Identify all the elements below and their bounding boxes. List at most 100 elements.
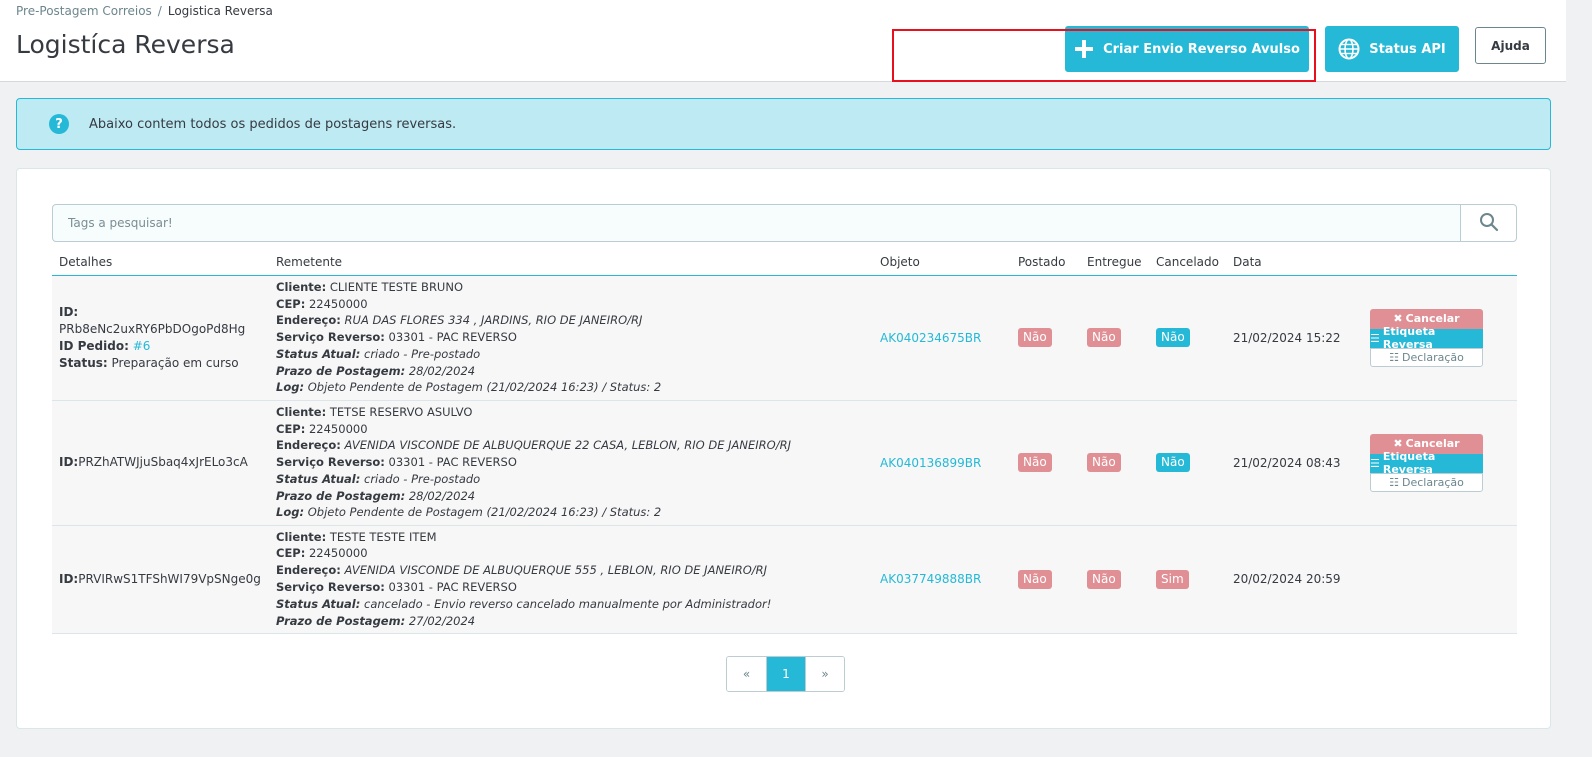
delivered-badge: Não (1087, 328, 1121, 347)
cancelled-badge: Sim (1156, 569, 1189, 589)
row-actions: ✖ Cancelar ☰ Etiqueta Reversa ☷ Declaração (1370, 433, 1483, 492)
object-cell: AK040234675BR (873, 275, 1011, 401)
shipment-id: PRZhATWJjuSbaq4xJrELo3cA (78, 455, 248, 469)
breadcrumb-current: Logistica Reversa (167, 4, 273, 18)
scrollbar[interactable] (1566, 0, 1592, 757)
tracking-code-link[interactable]: AK037749888BR (880, 572, 981, 586)
table-row: ID: PRb8eNc2uxRY6PbDOgoPd8Hg ID Pedido: … (52, 275, 1517, 401)
log-label: Log: (276, 380, 305, 395)
column-header-objeto: Objeto (873, 249, 1011, 276)
table-row: ID:PRVIRwS1TFShWI79VpSNge0g Cliente: TES… (52, 525, 1517, 634)
declaration-button[interactable]: ☷ Declaração (1370, 472, 1483, 492)
current-status-value: criado - Pre-postado (364, 471, 481, 486)
pagination-next[interactable]: » (805, 657, 844, 691)
client-label: Cliente: (276, 529, 327, 544)
deadline-value: 27/02/2024 (408, 613, 476, 628)
pagination: « 1 » (726, 656, 845, 692)
question-circle-icon: ? (49, 114, 69, 134)
orders-card: Detalhes Remetente Objeto Postado Entreg… (16, 168, 1551, 729)
id-label: ID: (59, 304, 79, 319)
address-label: Endereço: (276, 313, 341, 328)
alert-text: Abaixo contem todos os pedidos de postag… (89, 116, 457, 132)
details-cell: ID:PRZhATWJjuSbaq4xJrELo3cA (52, 400, 269, 526)
actions-cell (1355, 525, 1517, 634)
cep-label: CEP: (276, 421, 306, 436)
search-input[interactable] (53, 205, 1460, 241)
delivered-badge: Não (1087, 453, 1121, 472)
column-header-data: Data (1225, 249, 1356, 276)
reverse-label-button[interactable]: ☰ Etiqueta Reversa (1370, 325, 1483, 351)
list-ul-icon: ☷ (1389, 350, 1399, 364)
current-status-value: cancelado - Envio reverso cancelado manu… (364, 596, 772, 611)
posted-cell: Não (1011, 525, 1080, 634)
object-cell: AK040136899BR (873, 400, 1011, 526)
current-status-label: Status Atual: (276, 596, 361, 611)
deadline-label: Prazo de Postagem: (276, 613, 406, 628)
declaration-label: Declaração (1402, 475, 1464, 489)
breadcrumb-parent-link[interactable]: Pre-Postagem Correios (16, 4, 152, 18)
plus-icon (1074, 39, 1094, 59)
reverse-label-button[interactable]: ☰ Etiqueta Reversa (1370, 450, 1483, 476)
posted-badge: Não (1018, 569, 1052, 589)
tracking-code-link[interactable]: AK040234675BR (880, 331, 981, 345)
client-label: Cliente: (276, 404, 327, 419)
cancelled-badge: Não (1156, 328, 1190, 347)
details-cell: ID: PRb8eNc2uxRY6PbDOgoPd8Hg ID Pedido: … (52, 275, 269, 401)
cancelled-cell: Não (1149, 275, 1226, 401)
cancelled-cell: Sim (1149, 525, 1226, 634)
breadcrumb: Pre-Postagem Correios / Logistica Reversa (16, 4, 273, 18)
posted-cell: Não (1011, 400, 1080, 526)
pagination-page-1[interactable]: 1 (766, 657, 805, 691)
date-cell: 20/02/2024 20:59 (1225, 525, 1356, 634)
client-name: TETSE RESERVO ASULVO (329, 404, 473, 419)
deadline-value: 28/02/2024 (408, 363, 476, 378)
tracking-code-link[interactable]: AK040136899BR (880, 456, 981, 470)
deadline-label: Prazo de Postagem: (276, 488, 406, 503)
page-title: Logistíca Reversa (16, 30, 235, 59)
client-name: TESTE TESTE ITEM (329, 529, 437, 544)
status-api-label: Status API (1369, 41, 1446, 57)
delivered-cell: Não (1080, 275, 1149, 401)
cep-label: CEP: (276, 546, 306, 561)
client-name: CLIENTE TESTE BRUNO (329, 279, 464, 294)
address-value: AVENIDA VISCONDE DE ALBUQUERQUE 555 , LE… (344, 563, 768, 578)
list-icon: ☰ (1370, 456, 1380, 470)
create-reverse-shipment-button[interactable]: Criar Envio Reverso Avulso (1065, 26, 1309, 72)
cancelled-badge: Não (1156, 453, 1190, 472)
log-value: Objeto Pendente de Postagem (21/02/2024 … (307, 505, 662, 520)
deadline-value: 28/02/2024 (408, 488, 476, 503)
column-header-entregue: Entregue (1080, 249, 1149, 276)
status-api-button[interactable]: Status API (1325, 26, 1459, 72)
order-id-link[interactable]: #6 (133, 339, 151, 353)
delivered-cell: Não (1080, 400, 1149, 526)
posted-badge: Não (1018, 328, 1052, 347)
service-value: 03301 - PAC REVERSO (388, 580, 517, 594)
cancelled-cell: Não (1149, 400, 1226, 526)
current-status-value: criado - Pre-postado (364, 346, 481, 361)
close-icon: ✖ (1393, 437, 1403, 450)
address-value: AVENIDA VISCONDE DE ALBUQUERQUE 22 CASA,… (344, 438, 791, 453)
posted-cell: Não (1011, 275, 1080, 401)
help-button[interactable]: Ajuda (1475, 27, 1546, 64)
column-header-remetente: Remetente (269, 249, 873, 276)
order-status: Preparação em curso (111, 355, 239, 370)
declaration-button[interactable]: ☷ Declaração (1370, 347, 1483, 367)
close-icon: ✖ (1393, 312, 1403, 325)
address-label: Endereço: (276, 563, 341, 578)
table-row: ID:PRZhATWJjuSbaq4xJrELo3cA Cliente: TET… (52, 400, 1517, 526)
date-cell: 21/02/2024 15:22 (1225, 275, 1356, 401)
object-cell: AK037749888BR (873, 525, 1011, 634)
column-header-cancelado: Cancelado (1149, 249, 1226, 276)
status-label: Status: (59, 355, 108, 370)
service-value: 03301 - PAC REVERSO (388, 455, 517, 470)
search-button[interactable] (1460, 205, 1516, 241)
address-value: RUA DAS FLORES 334 , JARDINS, RIO DE JAN… (344, 313, 643, 328)
pagination-prev[interactable]: « (727, 657, 766, 691)
service-value: 03301 - PAC REVERSO (388, 330, 517, 345)
log-label: Log: (276, 505, 305, 520)
cep-label: CEP: (276, 296, 306, 311)
service-label: Serviço Reverso: (276, 580, 385, 594)
column-header-actions (1355, 249, 1517, 276)
cancel-label: Cancelar (1405, 312, 1460, 325)
cep-value: 22450000 (308, 296, 368, 311)
